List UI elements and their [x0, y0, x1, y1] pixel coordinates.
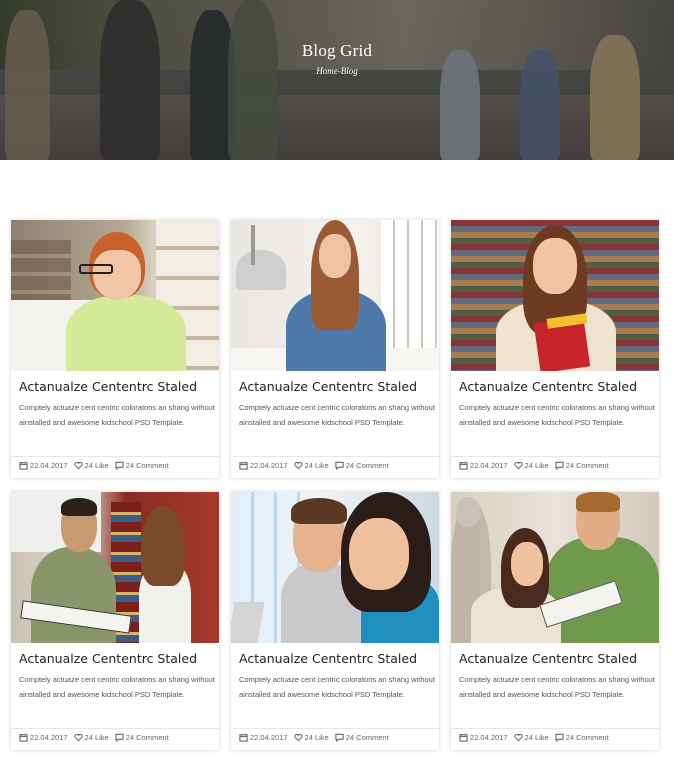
- heart-icon: [293, 733, 303, 742]
- breadcrumb-home-link[interactable]: Home: [316, 66, 338, 76]
- blog-card-excerpt: Comptely actuaze cent centric coloratons…: [459, 403, 655, 427]
- post-date: 22.04.2017: [459, 461, 508, 470]
- blog-card-meta: 22.04.2017 24 Like 24 Comment: [459, 461, 655, 470]
- comment-count: 24 Comment: [345, 461, 389, 470]
- comment-icon: [115, 461, 124, 470]
- blog-card: Actanualze Cententrc Staled Comptely act…: [11, 220, 219, 478]
- like-count: 24 Like: [524, 461, 549, 470]
- like-count: 24 Like: [524, 733, 549, 742]
- like-count: 24 Like: [304, 461, 329, 470]
- blog-card-image[interactable]: [11, 492, 219, 643]
- comment-icon: [115, 733, 124, 742]
- blog-card-divider: [451, 728, 659, 729]
- blog-card: Actanualze Cententrc Staled Comptely act…: [11, 492, 219, 750]
- blog-card: Actanualze Cententrc Staled Comptely act…: [231, 220, 439, 478]
- calendar-icon: [19, 461, 28, 470]
- comment-link[interactable]: 24 Comment: [115, 461, 169, 470]
- post-date: 22.04.2017: [19, 733, 68, 742]
- blog-card-title[interactable]: Actanualze Cententrc Staled: [239, 379, 435, 394]
- calendar-icon: [19, 733, 28, 742]
- comment-icon: [555, 461, 564, 470]
- hero-banner: Blog Grid Home-Blog: [0, 0, 674, 160]
- like-link[interactable]: 24 Like: [293, 461, 329, 470]
- blog-card-meta: 22.04.2017 24 Like 24 Comment: [239, 733, 435, 742]
- blog-card-meta: 22.04.2017 24 Like 24 Comment: [459, 733, 655, 742]
- blog-card-title[interactable]: Actanualze Cententrc Staled: [19, 651, 215, 666]
- blog-card-image[interactable]: [451, 492, 659, 643]
- post-date-text: 22.04.2017: [30, 461, 68, 470]
- heart-icon: [513, 733, 523, 742]
- blog-card-image[interactable]: [231, 492, 439, 643]
- hero-overlay: [0, 0, 674, 160]
- blog-card-excerpt: Comptely actuaze cent centric coloratons…: [459, 675, 655, 699]
- post-date-text: 22.04.2017: [470, 461, 508, 470]
- like-link[interactable]: 24 Like: [293, 733, 329, 742]
- calendar-icon: [239, 733, 248, 742]
- calendar-icon: [239, 461, 248, 470]
- breadcrumb: Home-Blog: [0, 66, 674, 76]
- comment-link[interactable]: 24 Comment: [335, 461, 389, 470]
- calendar-icon: [459, 733, 468, 742]
- comment-count: 24 Comment: [125, 461, 169, 470]
- post-date: 22.04.2017: [459, 733, 508, 742]
- calendar-icon: [459, 461, 468, 470]
- comment-link[interactable]: 24 Comment: [115, 733, 169, 742]
- blog-card: Actanualze Cententrc Staled Comptely act…: [451, 492, 659, 750]
- blog-card-image[interactable]: [231, 220, 439, 371]
- comment-count: 24 Comment: [345, 733, 389, 742]
- blog-card-title[interactable]: Actanualze Cententrc Staled: [459, 651, 655, 666]
- post-date-text: 22.04.2017: [250, 733, 288, 742]
- blog-card-title[interactable]: Actanualze Cententrc Staled: [19, 379, 215, 394]
- post-date-text: 22.04.2017: [470, 733, 508, 742]
- blog-card-divider: [231, 456, 439, 457]
- comment-icon: [335, 733, 344, 742]
- like-link[interactable]: 24 Like: [73, 461, 109, 470]
- blog-card-divider: [11, 728, 219, 729]
- blog-card-divider: [231, 728, 439, 729]
- comment-count: 24 Comment: [565, 461, 609, 470]
- blog-card-meta: 22.04.2017 24 Like 24 Comment: [19, 733, 215, 742]
- blog-card-divider: [451, 456, 659, 457]
- post-date: 22.04.2017: [239, 461, 288, 470]
- like-link[interactable]: 24 Like: [513, 461, 549, 470]
- heart-icon: [293, 461, 303, 470]
- like-count: 24 Like: [304, 733, 329, 742]
- post-date-text: 22.04.2017: [250, 461, 288, 470]
- like-link[interactable]: 24 Like: [513, 733, 549, 742]
- comment-count: 24 Comment: [125, 733, 169, 742]
- like-link[interactable]: 24 Like: [73, 733, 109, 742]
- post-date-text: 22.04.2017: [30, 733, 68, 742]
- blog-card-excerpt: Comptely actuaze cent centric coloratons…: [19, 675, 215, 699]
- comment-icon: [335, 461, 344, 470]
- comment-icon: [555, 733, 564, 742]
- like-count: 24 Like: [84, 461, 109, 470]
- heart-icon: [73, 733, 83, 742]
- blog-card-excerpt: Comptely actuaze cent centric coloratons…: [239, 675, 435, 699]
- comment-count: 24 Comment: [565, 733, 609, 742]
- heart-icon: [73, 461, 83, 470]
- heart-icon: [513, 461, 523, 470]
- blog-card-image[interactable]: [11, 220, 219, 371]
- breadcrumb-current: Blog: [340, 66, 358, 76]
- comment-link[interactable]: 24 Comment: [555, 733, 609, 742]
- like-count: 24 Like: [84, 733, 109, 742]
- page-title: Blog Grid: [301, 41, 373, 60]
- post-date: 22.04.2017: [239, 733, 288, 742]
- blog-card-image[interactable]: [451, 220, 659, 371]
- blog-card-meta: 22.04.2017 24 Like 24 Comment: [239, 461, 435, 470]
- blog-card-excerpt: Comptely actuaze cent centric coloratons…: [239, 403, 435, 427]
- blog-card: Actanualze Cententrc Staled Comptely act…: [231, 492, 439, 750]
- blog-card-excerpt: Comptely actuaze cent centric coloratons…: [19, 403, 215, 427]
- comment-link[interactable]: 24 Comment: [555, 461, 609, 470]
- blog-card: Actanualze Cententrc Staled Comptely act…: [451, 220, 659, 478]
- blog-card-meta: 22.04.2017 24 Like 24 Comment: [19, 461, 215, 470]
- blog-card-divider: [11, 456, 219, 457]
- post-date: 22.04.2017: [19, 461, 68, 470]
- blog-card-title[interactable]: Actanualze Cententrc Staled: [239, 651, 435, 666]
- blog-card-title[interactable]: Actanualze Cententrc Staled: [459, 379, 655, 394]
- comment-link[interactable]: 24 Comment: [335, 733, 389, 742]
